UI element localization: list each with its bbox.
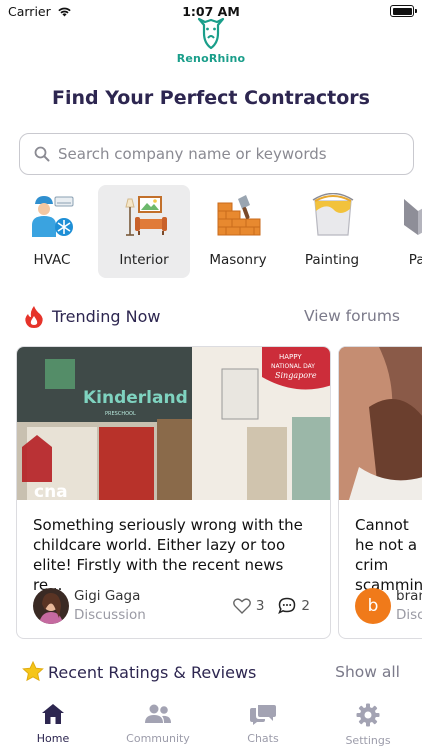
tab-label: Settings bbox=[345, 734, 391, 747]
app-name: RenoRhino bbox=[176, 52, 246, 65]
banner-text-1: HAPPY bbox=[279, 353, 302, 361]
banner-text-2: NATIONAL DAY bbox=[271, 363, 315, 370]
post-excerpt: Cannot he not a crim scamming bbox=[355, 516, 422, 594]
category-label: Painting bbox=[304, 252, 360, 268]
post-type: Discussion bbox=[74, 607, 146, 623]
banner-text-3: Singapore bbox=[275, 371, 317, 380]
masonry-icon bbox=[217, 195, 261, 236]
post-author: Gigi Gaga Discussion 3 2 bbox=[33, 587, 316, 627]
like-count: 3 bbox=[255, 597, 265, 614]
tab-bar: Home Community Chats Settings bbox=[0, 695, 422, 750]
category-partition[interactable]: Parti bbox=[378, 185, 422, 278]
community-icon bbox=[145, 704, 171, 723]
post-card[interactable]: Cannot he not a crim scamming b bran Dis… bbox=[338, 346, 422, 639]
search-bar[interactable] bbox=[19, 133, 414, 175]
tab-chats[interactable]: Chats bbox=[223, 703, 303, 745]
category-masonry[interactable]: Masonry bbox=[192, 185, 284, 278]
tab-label: Community bbox=[126, 732, 190, 745]
post-image bbox=[339, 347, 422, 500]
rhino-logo-icon bbox=[197, 17, 225, 50]
trending-header: Trending Now View forums bbox=[0, 302, 422, 332]
partition-icon bbox=[404, 199, 422, 235]
interior-icon bbox=[125, 196, 167, 236]
page-title: Find Your Perfect Contractors bbox=[52, 87, 370, 109]
painting-icon bbox=[312, 193, 354, 236]
post-author: b bran Disc bbox=[355, 587, 422, 627]
category-label: Interior bbox=[119, 252, 169, 268]
avatar-letter: b bbox=[367, 596, 379, 616]
tab-label: Chats bbox=[247, 732, 279, 745]
avatar: b bbox=[355, 588, 391, 624]
show-all-link[interactable]: Show all bbox=[335, 663, 400, 681]
chats-icon bbox=[250, 705, 276, 725]
post-image: HAPPY NATIONAL DAY Singapore Kinderland … bbox=[17, 347, 330, 500]
category-interior[interactable]: Interior bbox=[98, 185, 190, 278]
trending-carousel[interactable]: HAPPY NATIONAL DAY Singapore Kinderland … bbox=[16, 346, 422, 641]
tab-community[interactable]: Community bbox=[118, 703, 198, 745]
avatar bbox=[33, 588, 69, 624]
category-label: Masonry bbox=[209, 252, 267, 268]
category-list[interactable]: HVAC Interior Masonry Painting Pa bbox=[6, 185, 422, 280]
gear-icon bbox=[356, 703, 380, 727]
category-label: Parti bbox=[408, 252, 422, 268]
post-stats: 3 2 bbox=[232, 597, 310, 614]
post-type: Disc bbox=[396, 607, 422, 623]
search-icon bbox=[34, 146, 50, 162]
author-name: Gigi Gaga bbox=[74, 588, 141, 604]
section-title: Recent Ratings & Reviews bbox=[48, 663, 257, 682]
kinderland-sign-sub: PRESCHOOL bbox=[105, 411, 136, 417]
hvac-icon bbox=[32, 196, 74, 237]
search-input[interactable] bbox=[58, 145, 398, 163]
flame-icon bbox=[25, 306, 43, 328]
tab-settings[interactable]: Settings bbox=[328, 703, 408, 747]
cna-logo: cna bbox=[34, 482, 68, 500]
category-painting[interactable]: Painting bbox=[286, 185, 378, 278]
category-label: HVAC bbox=[33, 252, 71, 268]
tab-label: Home bbox=[36, 732, 70, 745]
category-hvac[interactable]: HVAC bbox=[6, 185, 98, 278]
reviews-header: Recent Ratings & Reviews Show all bbox=[0, 658, 422, 688]
author-name: bran bbox=[396, 588, 422, 604]
section-title: Trending Now bbox=[52, 307, 161, 326]
kinderland-sign: Kinderland bbox=[83, 388, 188, 408]
home-icon bbox=[42, 704, 64, 724]
star-icon bbox=[22, 661, 44, 682]
post-excerpt: Something seriously wrong with the child… bbox=[33, 516, 303, 594]
post-card[interactable]: HAPPY NATIONAL DAY Singapore Kinderland … bbox=[16, 346, 331, 639]
comment-count: 2 bbox=[301, 597, 310, 614]
comment-icon[interactable] bbox=[278, 597, 296, 614]
heart-icon[interactable] bbox=[232, 597, 251, 614]
view-forums-link[interactable]: View forums bbox=[304, 307, 400, 325]
tab-home[interactable]: Home bbox=[13, 703, 93, 745]
app-logo: RenoRhino bbox=[0, 16, 422, 65]
